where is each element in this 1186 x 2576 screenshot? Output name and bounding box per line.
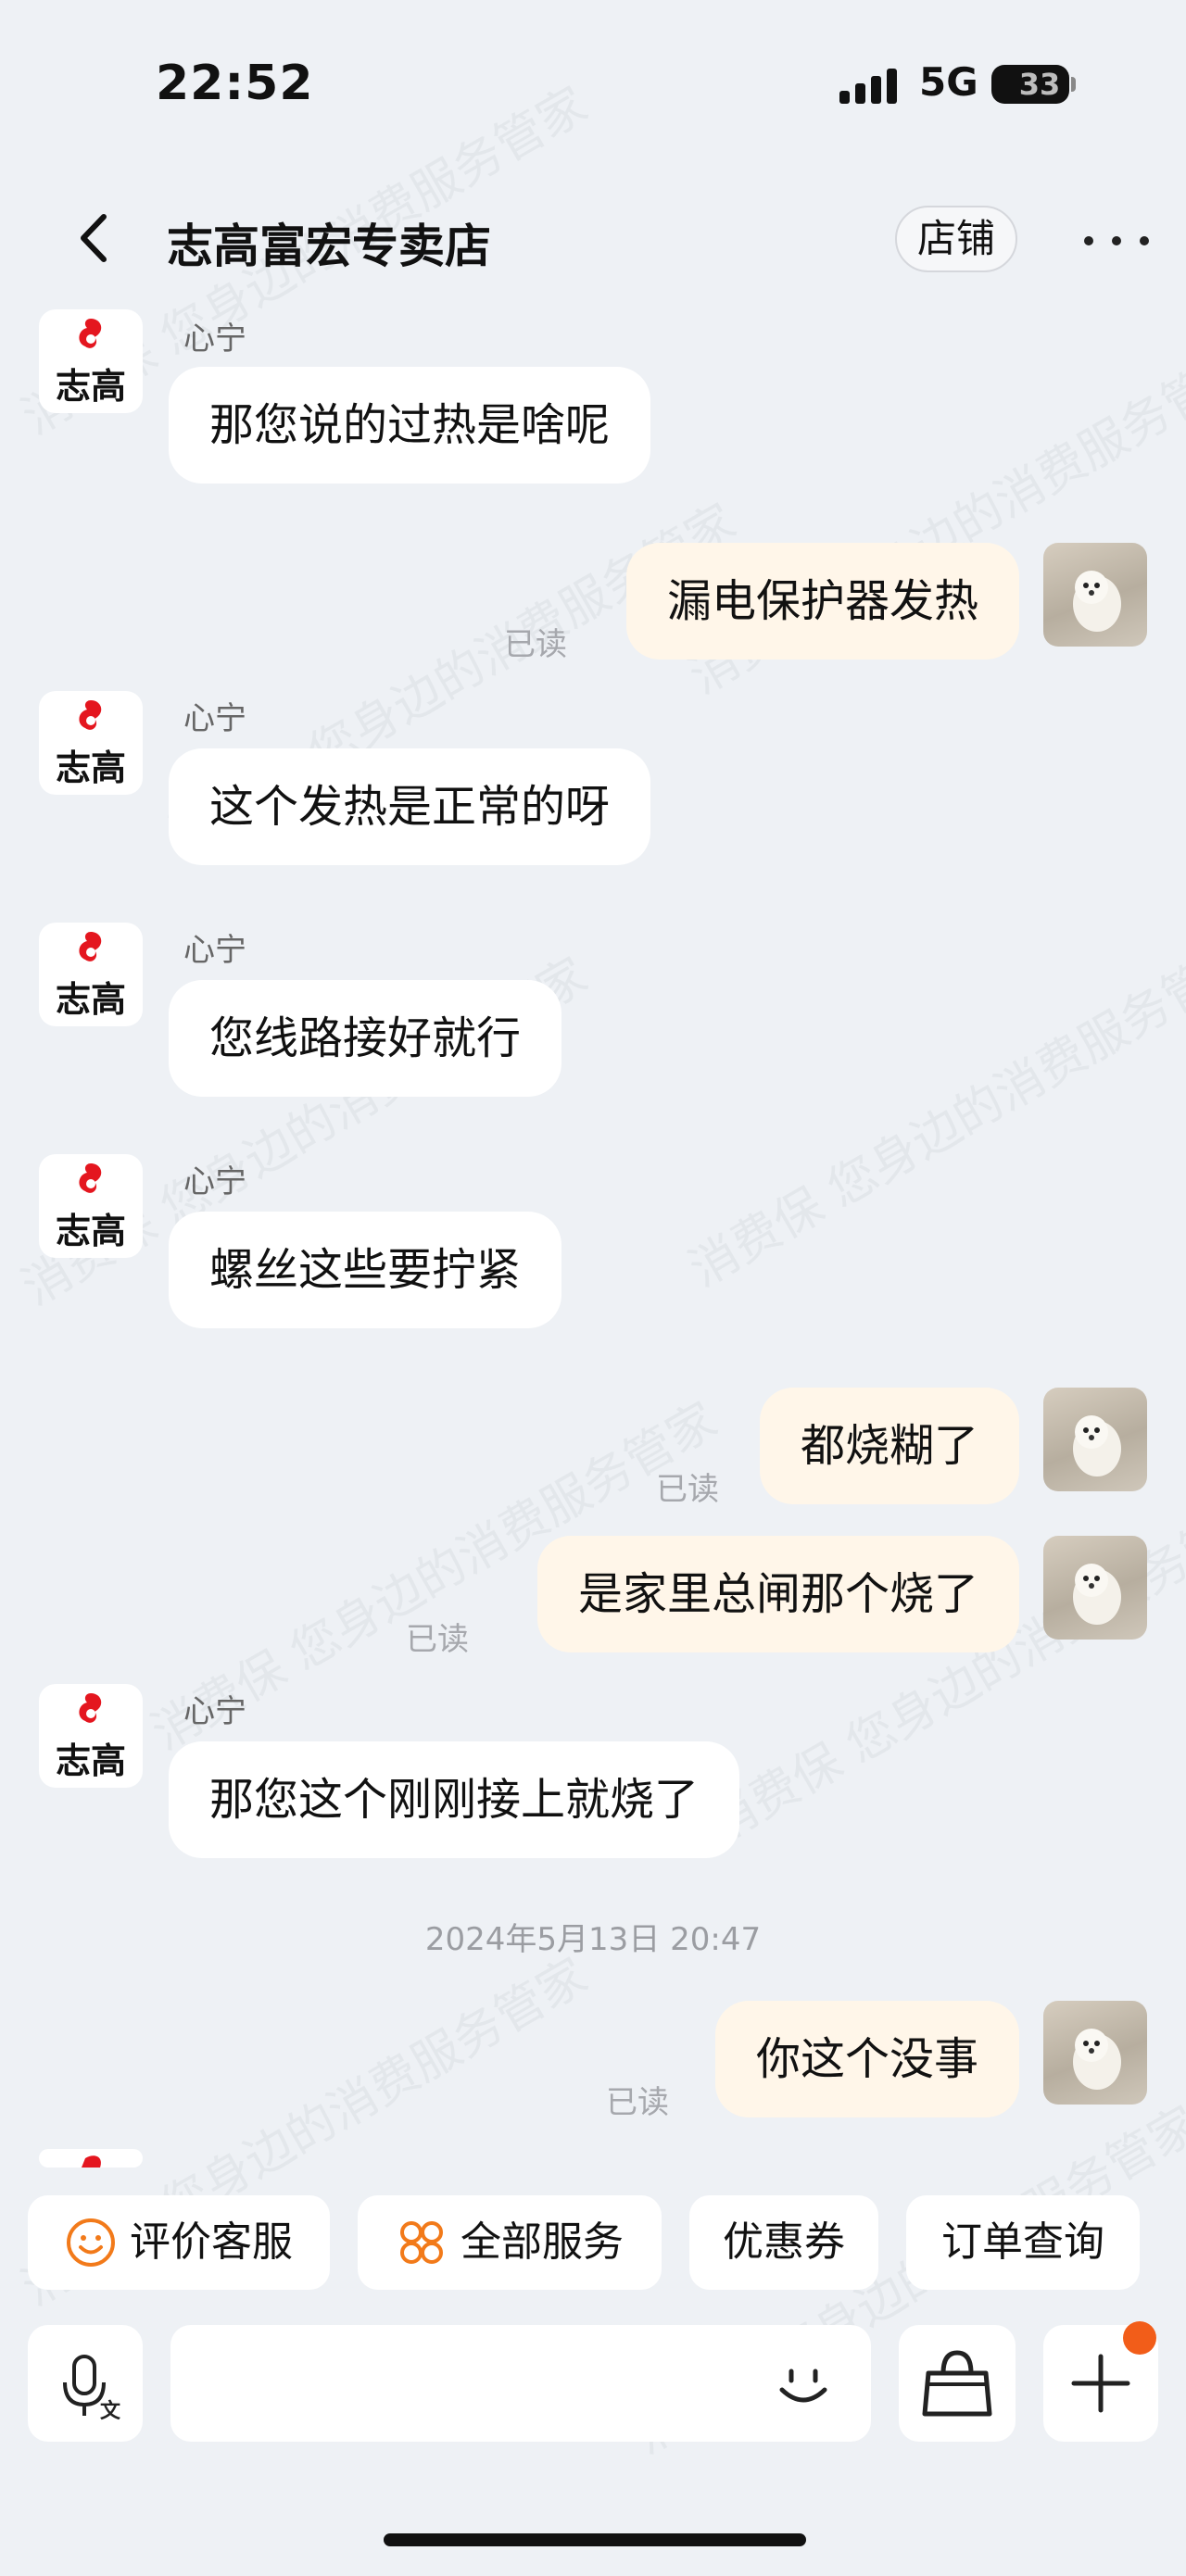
svg-text:志高: 志高 (56, 979, 126, 1020)
all-services-button[interactable]: 全部服务 (358, 2195, 662, 2290)
zhigao-logo-icon: 志高 (56, 1693, 126, 1781)
zhigao-logo-icon: 志高 (56, 700, 126, 788)
message-bubble[interactable]: 都烧糊了 (759, 1388, 1019, 1504)
svg-text:志高: 志高 (56, 1211, 126, 1251)
more-dots-icon[interactable] (1084, 222, 1149, 259)
svg-text:志高: 志高 (56, 366, 126, 407)
signal-icon (839, 67, 897, 104)
voice-button[interactable]: 文 (28, 2325, 143, 2442)
puppy-photo-icon (1073, 2029, 1121, 2090)
sender-name: 心宁 (183, 1693, 246, 1730)
quick-action-label: 全部服务 (461, 2218, 624, 2266)
message-bubble[interactable]: 螺丝这些要拧紧 (169, 1212, 562, 1328)
sender-name: 心宁 (183, 700, 246, 737)
voice-input-icon: 文 (63, 2355, 121, 2423)
smile-face-icon (67, 2218, 115, 2267)
svg-text:志高: 志高 (56, 748, 126, 788)
zhigao-logo-icon: 志高 (56, 1163, 126, 1251)
rate-service-button[interactable]: 评价客服 (28, 2195, 330, 2290)
shop-button[interactable]: 店铺 (895, 206, 1017, 272)
read-status: 已读 (606, 2084, 669, 2121)
read-status: 已读 (504, 626, 567, 663)
battery-tip (1071, 77, 1076, 92)
order-query-button[interactable]: 订单查询 (906, 2195, 1140, 2290)
zhigao-logo-icon: 志高 (56, 932, 126, 1020)
zhigao-logo-icon: 志高 (56, 319, 126, 407)
battery-level: 33 (1018, 67, 1061, 102)
coupon-button[interactable]: 优惠券 (689, 2195, 878, 2290)
user-avatar[interactable] (1043, 1536, 1147, 1640)
network-type: 5G (919, 59, 978, 105)
status-time: 22:52 (156, 56, 314, 111)
svg-text:志高: 志高 (56, 1740, 126, 1781)
shopping-bag-button[interactable] (899, 2325, 1016, 2442)
avatar (39, 2149, 143, 2168)
sender-name: 心宁 (183, 320, 246, 358)
notification-dot (1123, 2321, 1156, 2355)
message-input[interactable] (170, 2325, 871, 2442)
grid-flower-icon (400, 2221, 443, 2264)
chevron-left-icon (81, 214, 107, 262)
message-bubble[interactable]: 这个发热是正常的呀 (169, 748, 651, 865)
shopping-bag-icon (922, 2350, 992, 2417)
zhigao-logo-icon (82, 2155, 101, 2168)
page-title: 志高富宏专卖店 (167, 220, 491, 273)
watermark-text: 消费保 您身边的消费服务管家 (680, 929, 1186, 1299)
avatar[interactable]: 志高 (39, 1154, 143, 1258)
read-status: 已读 (656, 1471, 719, 1508)
avatar[interactable]: 志高 (39, 691, 143, 795)
message-bubble[interactable]: 你这个没事 (714, 2001, 1019, 2117)
read-status: 已读 (406, 1621, 469, 1658)
back-button[interactable] (63, 206, 128, 270)
home-indicator[interactable] (384, 2533, 806, 2546)
user-avatar[interactable] (1043, 1388, 1147, 1491)
puppy-photo-icon (1073, 571, 1121, 632)
message-bubble[interactable]: 那您说的过热是啥呢 (169, 367, 651, 484)
quick-action-label: 评价客服 (130, 2218, 293, 2266)
message-bubble[interactable]: 那您这个刚刚接上就烧了 (169, 1741, 740, 1858)
puppy-photo-icon (1073, 1564, 1121, 1625)
message-bubble[interactable]: 您线路接好就行 (169, 980, 562, 1097)
emoji-icon[interactable] (769, 2349, 838, 2418)
svg-text:文: 文 (100, 2399, 121, 2423)
sender-name: 心宁 (183, 932, 246, 969)
user-avatar[interactable] (1043, 543, 1147, 647)
sender-name: 心宁 (183, 1163, 246, 1200)
watermark-text: 消费保 您身边的消费服务管家 (699, 1485, 1186, 1854)
avatar[interactable]: 志高 (39, 1684, 143, 1788)
avatar[interactable]: 志高 (39, 923, 143, 1026)
user-avatar[interactable] (1043, 2001, 1147, 2105)
message-bubble[interactable]: 是家里总闸那个烧了 (536, 1536, 1019, 1652)
avatar[interactable]: 志高 (39, 309, 143, 413)
message-bubble[interactable]: 漏电保护器发热 (625, 543, 1019, 660)
chat-timestamp: 2024年5月13日 20:47 (424, 1921, 762, 1958)
puppy-photo-icon (1073, 1415, 1121, 1476)
